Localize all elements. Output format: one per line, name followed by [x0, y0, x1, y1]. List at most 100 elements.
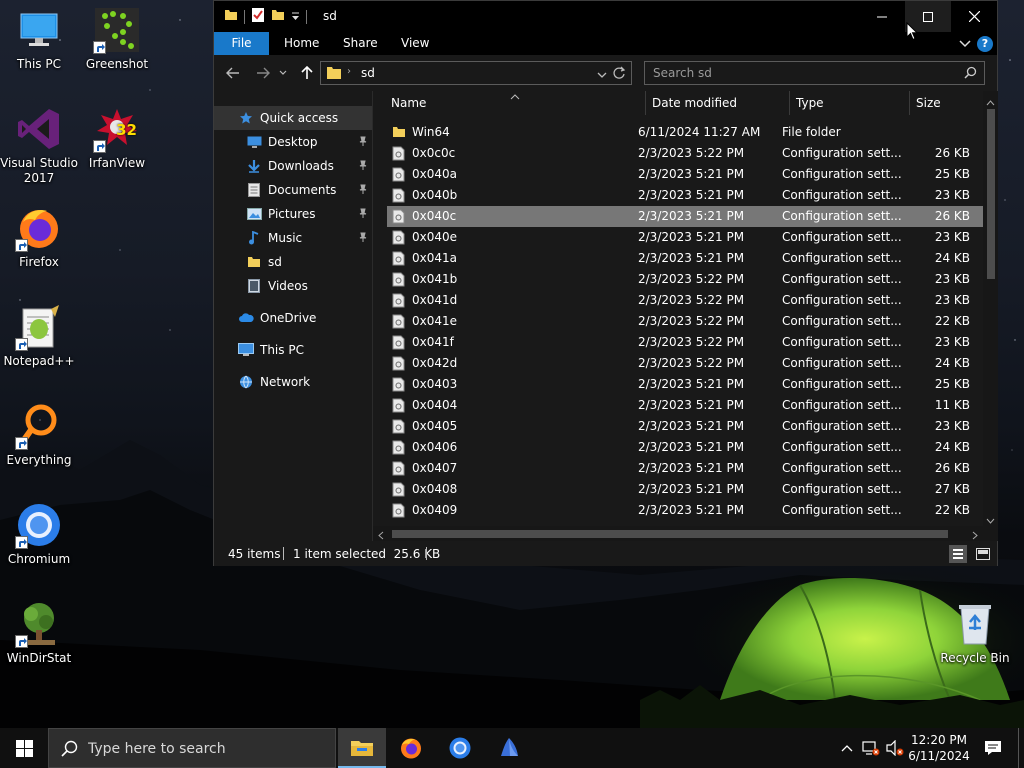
desktop-icon-everything[interactable]: Everything [0, 402, 78, 468]
config-file-icon [392, 251, 406, 266]
pin-icon[interactable] [358, 184, 368, 198]
pin-icon[interactable] [358, 160, 368, 174]
pin-icon[interactable] [358, 232, 368, 246]
file-row[interactable]: 0x0408 2/3/2023 5:21 PM Configuration sett… [387, 479, 983, 500]
up-button[interactable] [297, 64, 317, 82]
file-row[interactable]: 0x041d 2/3/2023 5:22 PM Configuration sett… [387, 290, 983, 311]
tab-home[interactable]: Home [270, 32, 333, 55]
vertical-scrollbar[interactable] [983, 91, 998, 541]
chevron-down-icon[interactable] [959, 37, 971, 52]
desktop-icon-firefox[interactable]: Firefox [0, 204, 78, 270]
network-status-button[interactable] [860, 728, 882, 768]
pin-icon[interactable] [358, 208, 368, 222]
file-row[interactable]: 0x0406 2/3/2023 5:21 PM Configuration sett… [387, 437, 983, 458]
file-row[interactable]: 0x040b 2/3/2023 5:21 PM Configuration sett… [387, 185, 983, 206]
file-row[interactable]: 0x040c 2/3/2023 5:21 PM Configuration sett… [387, 206, 983, 227]
address-bar[interactable]: › sd [320, 61, 632, 85]
taskbar-search-input[interactable] [88, 739, 328, 759]
file-row[interactable]: 0x0404 2/3/2023 5:21 PM Configuration sett… [387, 395, 983, 416]
start-button[interactable] [0, 728, 48, 768]
file-row[interactable]: 0x0409 2/3/2023 5:21 PM Configuration sett… [387, 500, 983, 521]
scrollbar-thumb[interactable] [987, 109, 995, 279]
column-divider[interactable] [909, 91, 910, 115]
file-row[interactable]: 0x040e 2/3/2023 5:21 PM Configuration sett… [387, 227, 983, 248]
scrollbar-thumb[interactable] [392, 530, 948, 538]
search-icon[interactable] [964, 66, 977, 82]
taskbar-chromium[interactable] [436, 728, 484, 768]
column-header-name[interactable]: Name [391, 96, 426, 110]
nav-item-onedrive[interactable]: OneDrive [214, 306, 372, 330]
tab-file[interactable]: File [214, 32, 269, 55]
details-view-button[interactable] [949, 545, 967, 563]
customize-toolbar-icon[interactable] [291, 10, 300, 24]
tab-share[interactable]: Share [329, 32, 392, 55]
nav-item-network[interactable]: Network [214, 370, 372, 394]
taskbar-file-explorer[interactable] [338, 728, 386, 768]
close-button[interactable] [951, 1, 997, 32]
file-type: Configuration sett... [782, 503, 902, 517]
file-row[interactable]: 0x0403 2/3/2023 5:21 PM Configuration sett… [387, 374, 983, 395]
scroll-up-icon[interactable] [986, 95, 995, 109]
action-center-button[interactable] [980, 728, 1006, 768]
chevron-down-icon[interactable] [597, 68, 607, 82]
file-row[interactable]: 0x041b 2/3/2023 5:22 PM Configuration sett… [387, 269, 983, 290]
nav-item-music[interactable]: Music [214, 226, 372, 250]
nav-item-pictures[interactable]: Pictures [214, 202, 372, 226]
taskbar-app[interactable] [485, 728, 533, 768]
desktop-icon-chromium[interactable]: Chromium [0, 501, 78, 567]
properties-icon[interactable] [251, 7, 265, 26]
file-row[interactable]: 0x042d 2/3/2023 5:22 PM Configuration sett… [387, 353, 983, 374]
desktop-icon-irfanview[interactable]: 32 IrfanView [78, 105, 156, 171]
file-row[interactable]: 0x041f 2/3/2023 5:22 PM Configuration sett… [387, 332, 983, 353]
tab-view[interactable]: View [387, 32, 443, 55]
scroll-down-icon[interactable] [986, 513, 995, 527]
nav-item-quick-access[interactable]: Quick access [214, 106, 372, 130]
search-box[interactable] [644, 61, 985, 85]
column-divider[interactable] [789, 91, 790, 115]
file-row[interactable]: 0x041e 2/3/2023 5:22 PM Configuration sett… [387, 311, 983, 332]
desktop-icon-label: Notepad++ [3, 354, 75, 368]
scroll-left-icon[interactable] [378, 529, 384, 541]
nav-item-sd[interactable]: sd [214, 250, 372, 274]
refresh-icon[interactable] [612, 66, 626, 83]
taskbar-firefox[interactable] [387, 728, 435, 768]
desktop-icon-notepadpp[interactable]: Notepad++ [0, 303, 78, 369]
desktop-icon-windirstat[interactable]: WinDirStat [0, 600, 78, 666]
recent-locations-button[interactable] [277, 64, 289, 82]
desktop-icon-visual-studio[interactable]: Visual Studio 2017 [0, 105, 78, 186]
large-icons-view-button[interactable] [974, 545, 992, 563]
column-divider[interactable] [645, 91, 646, 115]
forward-button[interactable] [253, 64, 273, 82]
file-row[interactable]: 0x0c0c 2/3/2023 5:22 PM Configuration sett… [387, 143, 983, 164]
nav-item-documents[interactable]: Documents [214, 178, 372, 202]
taskbar-clock[interactable]: 12:20 PM 6/11/2024 [905, 732, 973, 764]
column-header-size[interactable]: Size [916, 96, 941, 110]
desktop-icon-greenshot[interactable]: Greenshot [78, 6, 156, 72]
nav-item-downloads[interactable]: Downloads [214, 154, 372, 178]
title-bar[interactable]: sd [214, 1, 997, 32]
show-hidden-icons-button[interactable] [838, 728, 856, 768]
column-header-date[interactable]: Date modified [652, 96, 737, 110]
column-header-type[interactable]: Type [796, 96, 824, 110]
nav-item-desktop[interactable]: Desktop [214, 130, 372, 154]
taskbar-search-box[interactable] [48, 728, 336, 768]
nav-item-this-pc[interactable]: This PC [214, 338, 372, 362]
file-row[interactable]: 0x041a 2/3/2023 5:21 PM Configuration sett… [387, 248, 983, 269]
file-row[interactable]: 0x0405 2/3/2023 5:21 PM Configuration sett… [387, 416, 983, 437]
file-row[interactable]: 0x040a 2/3/2023 5:21 PM Configuration sett… [387, 164, 983, 185]
back-button[interactable] [223, 64, 243, 82]
file-row[interactable]: 0x0407 2/3/2023 5:21 PM Configuration sett… [387, 458, 983, 479]
horizontal-scrollbar[interactable] [373, 526, 983, 541]
desktop-icon-this-pc[interactable]: This PC [0, 6, 78, 72]
nav-item-videos[interactable]: Videos [214, 274, 372, 298]
search-input[interactable] [653, 65, 953, 81]
minimize-button[interactable] [859, 1, 905, 32]
new-folder-icon[interactable] [271, 8, 285, 25]
show-desktop-button[interactable] [1018, 728, 1024, 768]
help-button[interactable]: ? [977, 36, 993, 52]
desktop-icon-recycle-bin[interactable]: Recycle Bin [936, 600, 1014, 666]
scroll-right-icon[interactable] [972, 529, 978, 541]
volume-button[interactable] [884, 728, 906, 768]
file-row[interactable]: Win64 6/11/2024 11:27 AM File folder [387, 122, 983, 143]
pin-icon[interactable] [358, 136, 368, 150]
